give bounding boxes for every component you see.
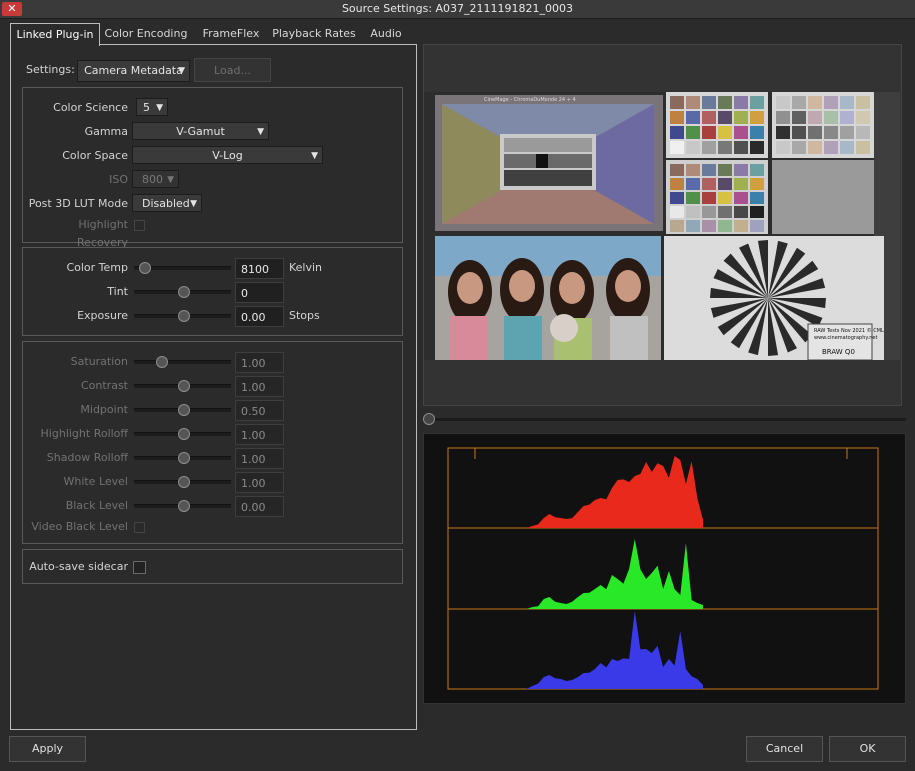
color-science-dropdown[interactable]: 5 ▼ [136, 98, 168, 116]
settings-label: Settings: [26, 63, 75, 76]
chevron-down-icon: ▼ [257, 127, 264, 137]
saturation-slider-handle[interactable] [155, 356, 168, 368]
midpoint-field[interactable]: 0.50 [235, 400, 284, 421]
tab-audio[interactable]: Audio [362, 23, 410, 45]
shadow-rolloff-label: Shadow Rolloff [46, 451, 128, 464]
settings-dropdown[interactable]: Camera Metadata ▼ [77, 60, 190, 82]
iso-dropdown[interactable]: 800 ▼ [132, 170, 179, 188]
contrast-label: Contrast [80, 379, 128, 392]
exposure-label: Exposure [77, 309, 128, 322]
preview-image: CineMage - ChromaDuMonde 24 + 4 RAW Test… [424, 92, 900, 360]
settings-value: Camera Metadata [84, 64, 183, 77]
chevron-down-icon: ▼ [167, 175, 174, 185]
iso-value: 800 [142, 173, 163, 186]
histogram-red [521, 456, 703, 528]
autosave-checkbox[interactable] [133, 561, 146, 574]
color-science-label: Color Science [53, 101, 128, 114]
slate-line-3: BRAW Q0 [822, 348, 855, 356]
chevron-down-icon: ▼ [190, 199, 197, 209]
saturation-label: Saturation [70, 355, 128, 368]
lut-mode-dropdown[interactable]: Disabled ▼ [132, 194, 202, 212]
contrast-slider-handle[interactable] [177, 380, 190, 392]
white-level-label: White Level [63, 475, 128, 488]
shadow-rolloff-field[interactable]: 1.00 [235, 448, 284, 469]
apply-button[interactable]: Apply [9, 736, 86, 762]
ok-button[interactable]: OK [829, 736, 906, 762]
cancel-button[interactable]: Cancel [746, 736, 823, 762]
chevron-down-icon: ▼ [156, 103, 163, 113]
tab-linked-plug-in[interactable]: Linked Plug-in [10, 23, 100, 46]
highlight-recovery-checkbox[interactable] [134, 220, 145, 231]
histogram-blue [521, 611, 703, 689]
chevron-down-icon: ▼ [311, 151, 318, 161]
video-black-level-checkbox[interactable] [134, 522, 145, 533]
gamma-value: V-Gamut [176, 125, 225, 138]
window-title: Source Settings: A037_2111191821_0003 [341, 2, 574, 15]
lut-mode-value: Disabled [142, 197, 190, 210]
highlight-rolloff-field[interactable]: 1.00 [235, 424, 284, 445]
tab-playback-rates[interactable]: Playback Rates [270, 23, 358, 45]
slate-line-2: www.cinematography.net [814, 335, 877, 341]
slate-line-1: RAW Tests Nov 2021 © CML [814, 327, 884, 334]
color-space-value: V-Log [212, 149, 243, 162]
white-level-field[interactable]: 1.00 [235, 472, 284, 493]
tint-label: Tint [107, 285, 128, 298]
lut-mode-label: Post 3D LUT Mode [28, 197, 128, 210]
color-temp-label: Color Temp [66, 261, 128, 274]
black-level-label: Black Level [65, 499, 128, 512]
color-space-dropdown[interactable]: V-Log ▼ [132, 146, 323, 164]
midpoint-label: Midpoint [80, 403, 128, 416]
load-button[interactable]: Load... [194, 58, 271, 82]
close-icon[interactable]: ✕ [2, 2, 22, 16]
tint-slider-handle[interactable] [177, 286, 190, 298]
shadow-rolloff-slider-handle[interactable] [177, 452, 190, 464]
scrub-handle[interactable] [423, 413, 435, 425]
white-level-slider-handle[interactable] [177, 476, 190, 488]
histogram-chart [447, 447, 879, 690]
highlight-rolloff-slider-handle[interactable] [177, 428, 190, 440]
histogram-green [521, 539, 703, 609]
highlight-rolloff-label: Highlight Rolloff [40, 427, 128, 440]
video-black-level-label: Video Black Level [31, 520, 128, 533]
autosave-label: Auto-save sidecar [29, 560, 128, 573]
saturation-field[interactable]: 1.00 [235, 352, 284, 373]
chart-title-text: CineMage - ChromaDuMonde 24 + 4 [484, 97, 576, 103]
gamma-label: Gamma [84, 125, 128, 138]
exposure-slider-handle[interactable] [177, 310, 190, 322]
tab-color-encoding[interactable]: Color Encoding [100, 23, 192, 45]
color-science-value: 5 [143, 101, 150, 114]
exposure-field[interactable]: 0.00 [235, 306, 284, 327]
midpoint-slider-handle[interactable] [177, 404, 190, 416]
color-temp-field[interactable]: 8100 [235, 258, 284, 279]
tab-frameflex[interactable]: FrameFlex [196, 23, 266, 45]
black-level-slider-handle[interactable] [177, 500, 190, 512]
gamma-dropdown[interactable]: V-Gamut ▼ [132, 122, 269, 140]
saturation-slider[interactable] [134, 360, 231, 364]
chart-gray-patches [504, 138, 592, 186]
scrub-bar[interactable] [428, 418, 906, 421]
chevron-down-icon: ▼ [178, 66, 185, 76]
iso-label: ISO [109, 173, 128, 186]
color-space-label: Color Space [62, 149, 128, 162]
stops-unit: Stops [289, 309, 320, 322]
tint-field[interactable]: 0 [235, 282, 284, 303]
black-level-field[interactable]: 0.00 [235, 496, 284, 517]
kelvin-unit: Kelvin [289, 261, 323, 274]
contrast-field[interactable]: 1.00 [235, 376, 284, 397]
highlight-recovery-label: Highlight Recovery [76, 218, 128, 249]
